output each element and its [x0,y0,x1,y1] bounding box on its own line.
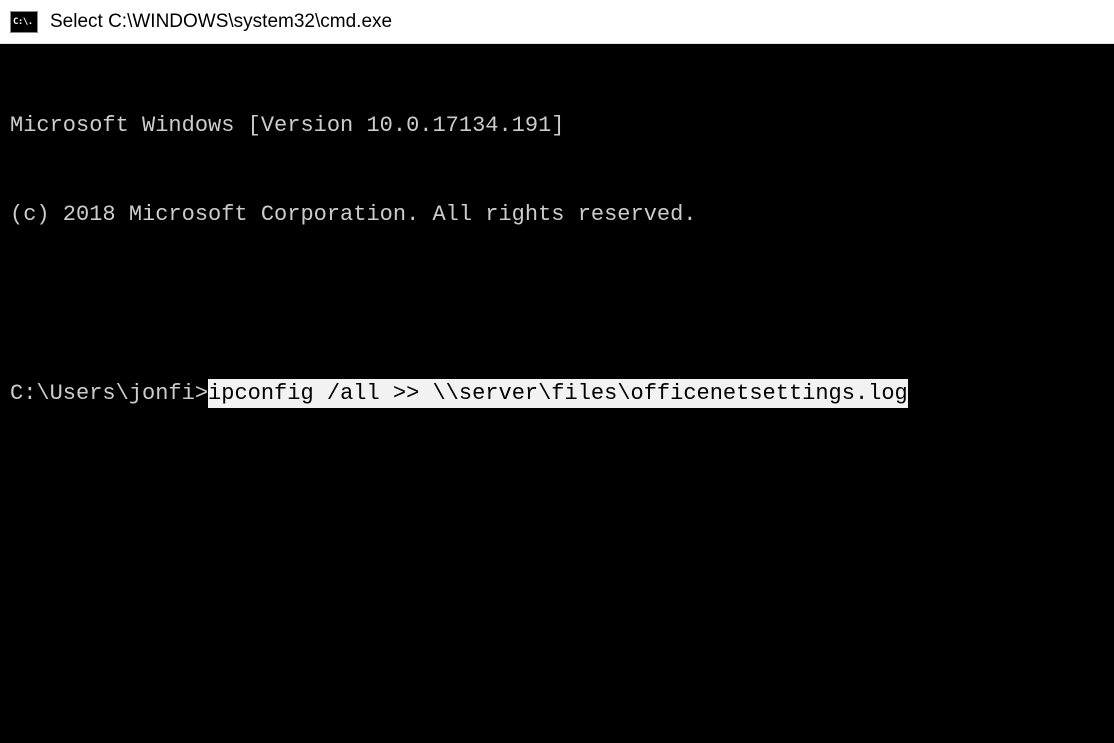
terminal-prompt: C:\Users\jonfi> [10,379,208,409]
terminal-output[interactable]: Microsoft Windows [Version 10.0.17134.19… [0,44,1114,743]
terminal-copyright-line: (c) 2018 Microsoft Corporation. All righ… [10,200,1104,230]
cmd-icon-label: C:\. [13,17,33,27]
terminal-version-line: Microsoft Windows [Version 10.0.17134.19… [10,111,1104,141]
window-title: Select C:\WINDOWS\system32\cmd.exe [50,11,392,33]
cmd-icon: C:\. [10,11,38,33]
terminal-blank-line [10,290,1104,320]
terminal-prompt-line: C:\Users\jonfi>ipconfig /all >> \\server… [10,379,1104,409]
terminal-command-selected[interactable]: ipconfig /all >> \\server\files\officene… [208,379,908,409]
cmd-window: C:\. Select C:\WINDOWS\system32\cmd.exe … [0,0,1114,743]
window-titlebar[interactable]: C:\. Select C:\WINDOWS\system32\cmd.exe [0,0,1114,44]
